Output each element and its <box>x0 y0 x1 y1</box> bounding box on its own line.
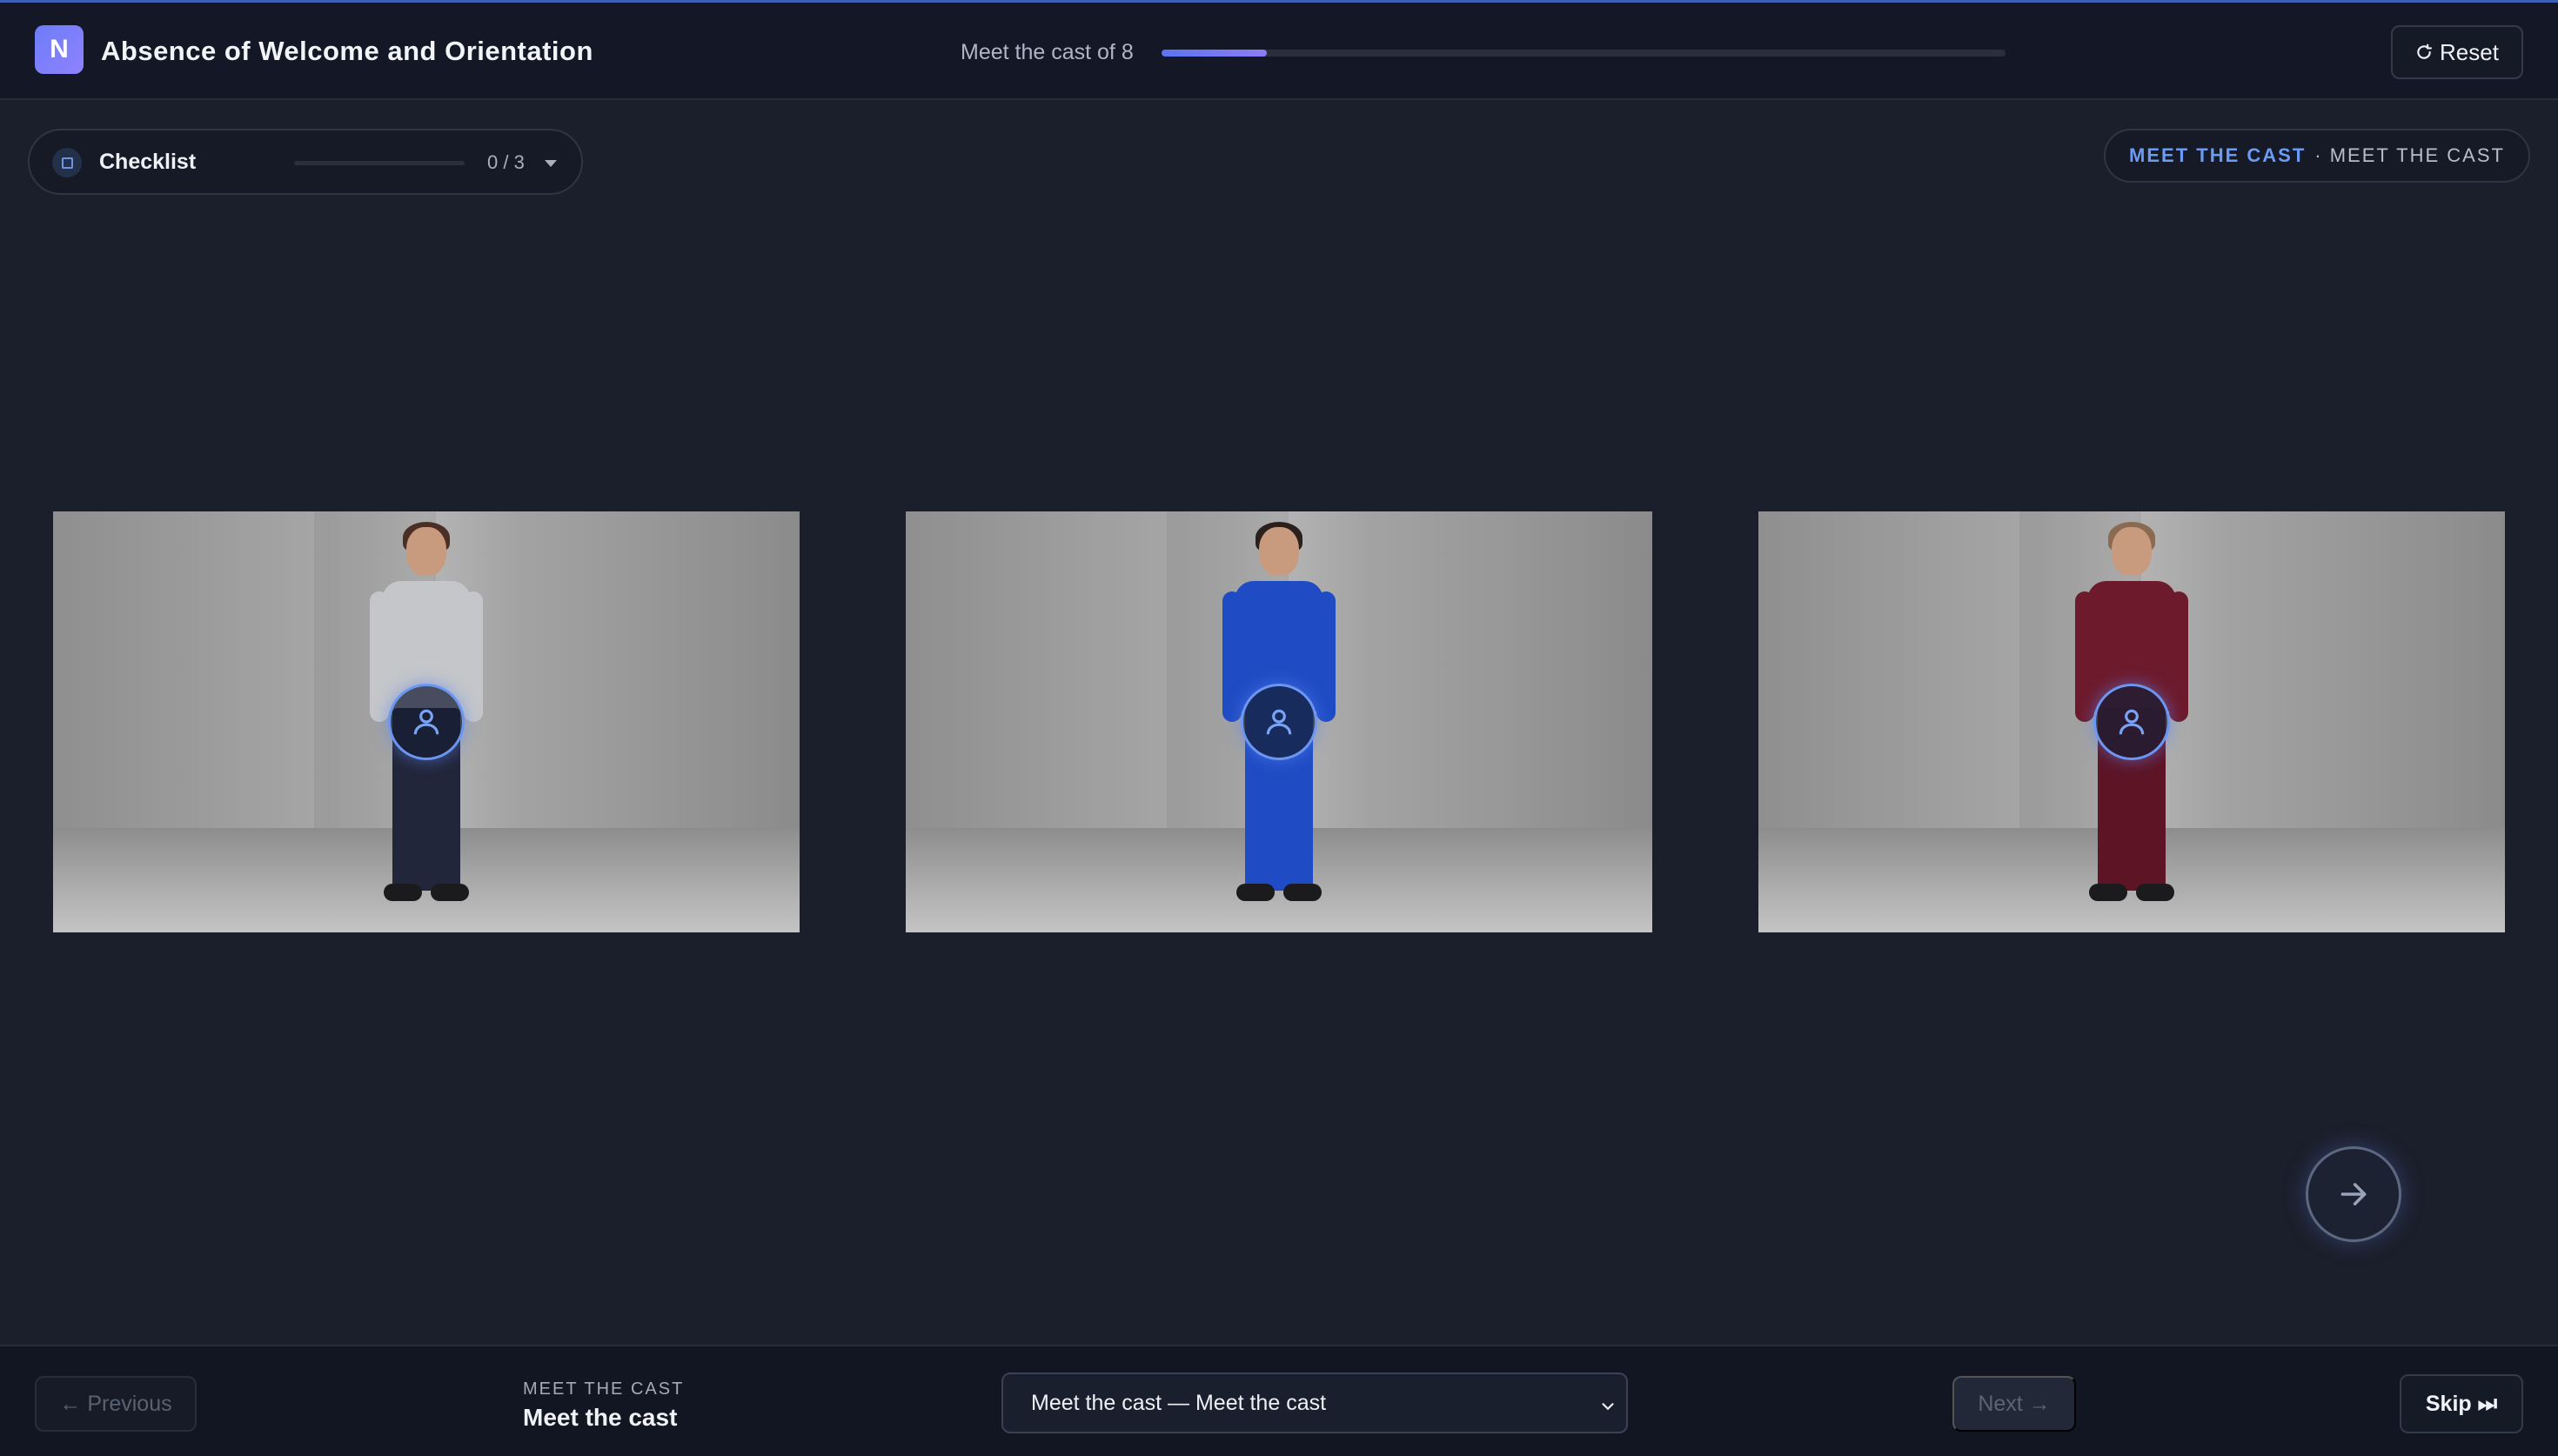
refresh-icon <box>2417 43 2433 59</box>
cast-card-2[interactable] <box>906 511 1652 932</box>
next-button[interactable]: Next → <box>1952 1376 2076 1432</box>
scene-pill-kicker: MEET THE CAST <box>2129 144 2307 166</box>
continue-button[interactable] <box>2306 1146 2401 1242</box>
scene-kicker: MEET THE CAST <box>523 1379 685 1399</box>
checklist-count: 0 / 3 <box>487 151 525 173</box>
checklist-toggle[interactable]: Checklist 0 / 3 <box>28 129 583 195</box>
checklist-label: Checklist <box>99 150 197 174</box>
scene-name: Meet the cast <box>523 1404 678 1431</box>
app-title: Absence of Welcome and Orientation <box>101 36 593 66</box>
arrow-right-icon <box>2340 1183 2367 1206</box>
reset-button-label: Reset <box>2440 38 2499 65</box>
progress-bar-fill <box>1162 50 1268 57</box>
user-icon <box>1266 709 1292 735</box>
checkbox-icon <box>52 148 82 177</box>
user-icon <box>413 709 439 735</box>
cast-profile-button-2[interactable] <box>1241 684 1317 760</box>
chevron-down-icon <box>545 160 557 167</box>
scene-pill: MEET THE CAST · MEET THE CAST <box>2104 129 2530 183</box>
chevron-down-icon <box>1602 1403 1614 1411</box>
scene-select[interactable]: Meet the cast — Meet the cast <box>1001 1373 1628 1433</box>
cast-card-1[interactable] <box>53 511 800 932</box>
footer-nav: ← Previous MEET THE CAST Meet the cast M… <box>0 1345 2558 1456</box>
user-icon <box>2119 709 2145 735</box>
previous-button[interactable]: ← Previous <box>35 1376 197 1432</box>
cast-card-3[interactable] <box>1758 511 2505 932</box>
app-logo: N <box>35 25 84 74</box>
skip-button[interactable]: Skip ⏭ <box>2400 1374 2523 1433</box>
reset-button[interactable]: Reset <box>2391 25 2523 79</box>
scene-pill-detail: · MEET THE CAST <box>2314 144 2505 166</box>
checklist-progress-bar <box>294 161 465 165</box>
scene-select-value: Meet the cast — Meet the cast <box>1031 1390 1327 1415</box>
app-header: N Absence of Welcome and Orientation Mee… <box>0 3 2558 100</box>
cast-profile-button-3[interactable] <box>2093 684 2170 760</box>
progress-bar <box>1162 50 2006 57</box>
cast-profile-button-1[interactable] <box>388 684 465 760</box>
progress-label: Meet the cast of 8 <box>961 40 1134 64</box>
